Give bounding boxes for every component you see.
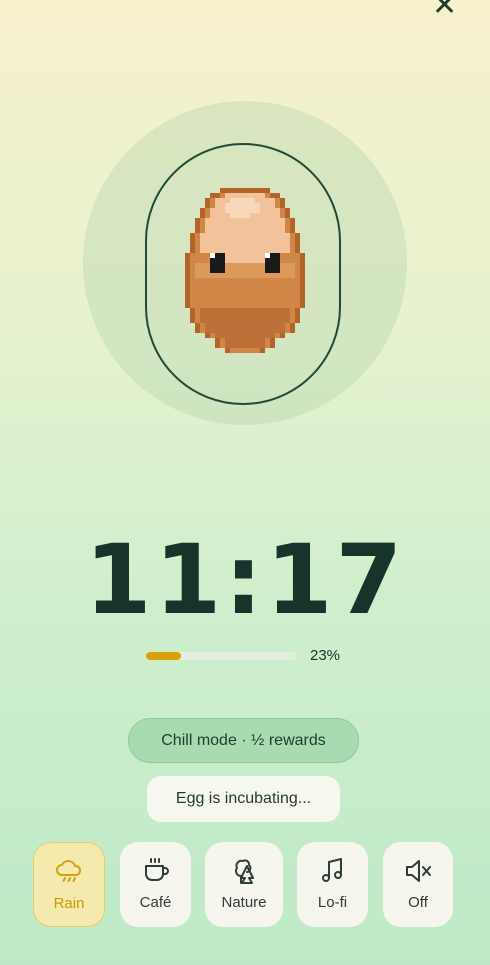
sound-label-nature: Nature	[221, 894, 267, 911]
sound-button-lofi[interactable]: Lo-fi	[297, 842, 368, 927]
chill-mode-label: Chill mode · ½ rewards	[161, 731, 326, 749]
rain-cloud-icon	[56, 860, 82, 882]
status-label: Egg is incubating...	[175, 790, 312, 807]
countdown-timer: 11:17	[84, 524, 406, 636]
coffee-cup-icon	[144, 858, 169, 881]
progress-bar	[146, 652, 296, 660]
sound-button-rain[interactable]: Rain	[33, 842, 105, 927]
music-note-icon	[321, 858, 342, 882]
sound-label-off: Off	[408, 894, 428, 911]
progress-percent: 23%	[310, 647, 341, 664]
close-icon[interactable]: ✕	[432, 0, 457, 21]
mute-icon	[406, 860, 431, 882]
tree-icon	[235, 859, 254, 884]
progress-bar-fill	[146, 652, 181, 660]
status-pill: Egg is incubating...	[147, 776, 340, 822]
egg-sprite	[185, 188, 305, 353]
sound-label-lofi: Lo-fi	[317, 894, 348, 911]
sound-button-nature[interactable]: Nature	[205, 842, 283, 927]
sound-button-cafe[interactable]: Café	[120, 842, 191, 927]
sound-label-rain: Rain	[53, 895, 85, 912]
sound-label-cafe: Café	[139, 894, 172, 911]
chill-mode-badge[interactable]: Chill mode · ½ rewards	[128, 718, 359, 763]
sound-button-off[interactable]: Off	[383, 842, 453, 927]
